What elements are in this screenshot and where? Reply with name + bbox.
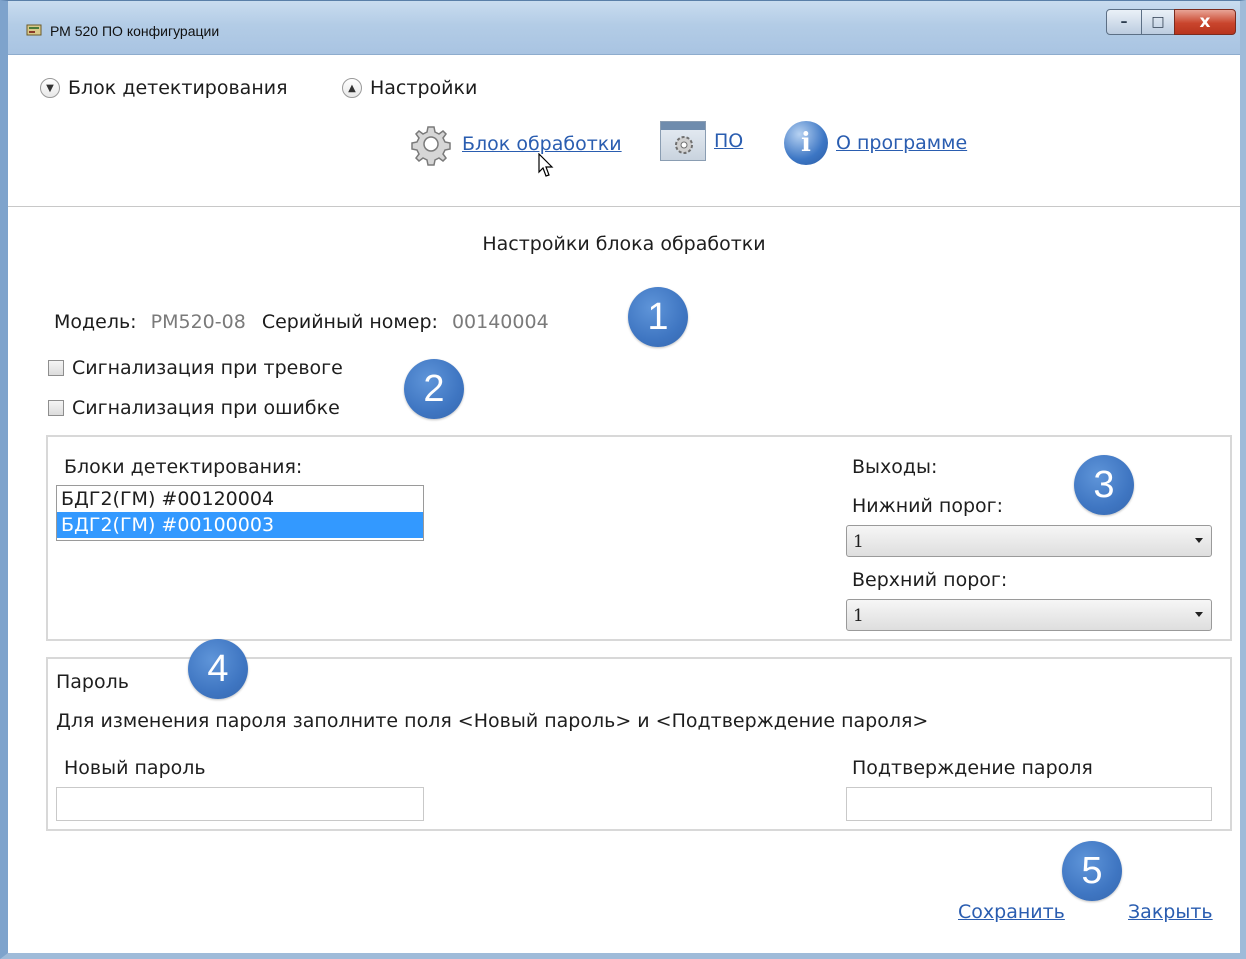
serial-value: 00140004 bbox=[451, 311, 549, 333]
callout-3: 3 bbox=[1074, 455, 1134, 515]
callout-2: 2 bbox=[404, 359, 464, 419]
nav-processing-block-label[interactable]: Блок обработки bbox=[462, 133, 622, 155]
new-password-label: Новый пароль bbox=[64, 757, 206, 779]
callout-1: 1 bbox=[628, 287, 688, 347]
callout-4: 4 bbox=[188, 639, 248, 699]
maximize-button[interactable]: □ bbox=[1141, 9, 1175, 35]
close-icon: x bbox=[1199, 12, 1211, 32]
password-hint: Для изменения пароля заполните поля <Нов… bbox=[56, 710, 929, 732]
chevron-down-icon: ▼ bbox=[40, 78, 60, 98]
expander-detection-block[interactable]: ▼ Блок детектирования bbox=[40, 77, 288, 99]
app-icon bbox=[26, 24, 42, 36]
list-item[interactable]: БДГ2(ГМ) #00120004 bbox=[57, 486, 423, 512]
expander-label: Настройки bbox=[370, 77, 478, 99]
detection-blocks-list[interactable]: БДГ2(ГМ) #00120004 БДГ2(ГМ) #00100003 bbox=[56, 485, 424, 541]
confirm-password-label: Подтверждение пароля bbox=[852, 757, 1093, 779]
gear-icon bbox=[411, 126, 451, 166]
info-icon: i bbox=[784, 121, 828, 165]
upper-threshold-select[interactable]: 1 bbox=[846, 599, 1212, 631]
navigation-panel: ▼ Блок детектирования ▲ Настройки Блок о… bbox=[8, 55, 1240, 207]
password-title: Пароль bbox=[56, 671, 129, 693]
app-window: РМ 520 ПО конфигурации – □ x ▼ Блок дете… bbox=[0, 0, 1246, 959]
select-value: 1 bbox=[853, 532, 864, 552]
checkbox-box[interactable] bbox=[48, 360, 64, 376]
mouse-cursor-icon bbox=[538, 153, 554, 177]
section-title: Настройки блока обработки bbox=[482, 233, 766, 255]
alarm-signal-label: Сигнализация при тревоге bbox=[72, 357, 343, 379]
device-info: Модель: PM520-08 Серийный номер: 0014000… bbox=[54, 311, 559, 333]
error-signal-checkbox[interactable]: Сигнализация при ошибке bbox=[48, 397, 340, 419]
minimize-button[interactable]: – bbox=[1106, 9, 1142, 35]
new-password-field[interactable] bbox=[56, 787, 424, 821]
dropdown-arrow-icon bbox=[1195, 612, 1203, 617]
detection-blocks-label: Блоки детектирования: bbox=[64, 456, 303, 478]
checkbox-box[interactable] bbox=[48, 400, 64, 416]
close-link[interactable]: Закрыть bbox=[1128, 901, 1213, 923]
serial-label: Серийный номер: bbox=[261, 311, 438, 333]
minimize-icon: – bbox=[1120, 14, 1128, 30]
chevron-up-icon: ▲ bbox=[342, 78, 362, 98]
select-value: 1 bbox=[853, 606, 864, 626]
outputs-label: Выходы: bbox=[852, 456, 938, 478]
window-title: РМ 520 ПО конфигурации bbox=[50, 23, 220, 39]
maximize-icon: □ bbox=[1151, 14, 1165, 30]
confirm-password-field[interactable] bbox=[846, 787, 1212, 821]
close-window-button[interactable]: x bbox=[1174, 9, 1236, 35]
expander-label: Блок детектирования bbox=[68, 77, 288, 99]
dropdown-arrow-icon bbox=[1195, 538, 1203, 543]
error-signal-label: Сигнализация при ошибке bbox=[72, 397, 340, 419]
expander-settings[interactable]: ▲ Настройки bbox=[342, 77, 477, 99]
title-bar[interactable]: РМ 520 ПО конфигурации – □ x bbox=[8, 1, 1240, 55]
nav-about-label[interactable]: О программе bbox=[836, 132, 967, 154]
nav-software[interactable]: ПО bbox=[660, 121, 743, 161]
alarm-signal-checkbox[interactable]: Сигнализация при тревоге bbox=[48, 357, 343, 379]
upper-threshold-label: Верхний порог: bbox=[852, 569, 1008, 591]
save-link[interactable]: Сохранить bbox=[958, 901, 1065, 923]
callout-5: 5 bbox=[1062, 841, 1122, 901]
nav-processing-block[interactable]: Блок обработки bbox=[408, 121, 622, 167]
window-gear-icon bbox=[660, 121, 706, 161]
list-item-selected[interactable]: БДГ2(ГМ) #00100003 bbox=[57, 512, 423, 538]
model-label: Модель: bbox=[54, 311, 137, 333]
nav-about[interactable]: i О программе bbox=[784, 121, 967, 165]
lower-threshold-label: Нижний порог: bbox=[852, 495, 1004, 517]
lower-threshold-select[interactable]: 1 bbox=[846, 525, 1212, 557]
model-value: PM520-08 bbox=[150, 311, 246, 333]
nav-software-label[interactable]: ПО bbox=[714, 130, 743, 152]
